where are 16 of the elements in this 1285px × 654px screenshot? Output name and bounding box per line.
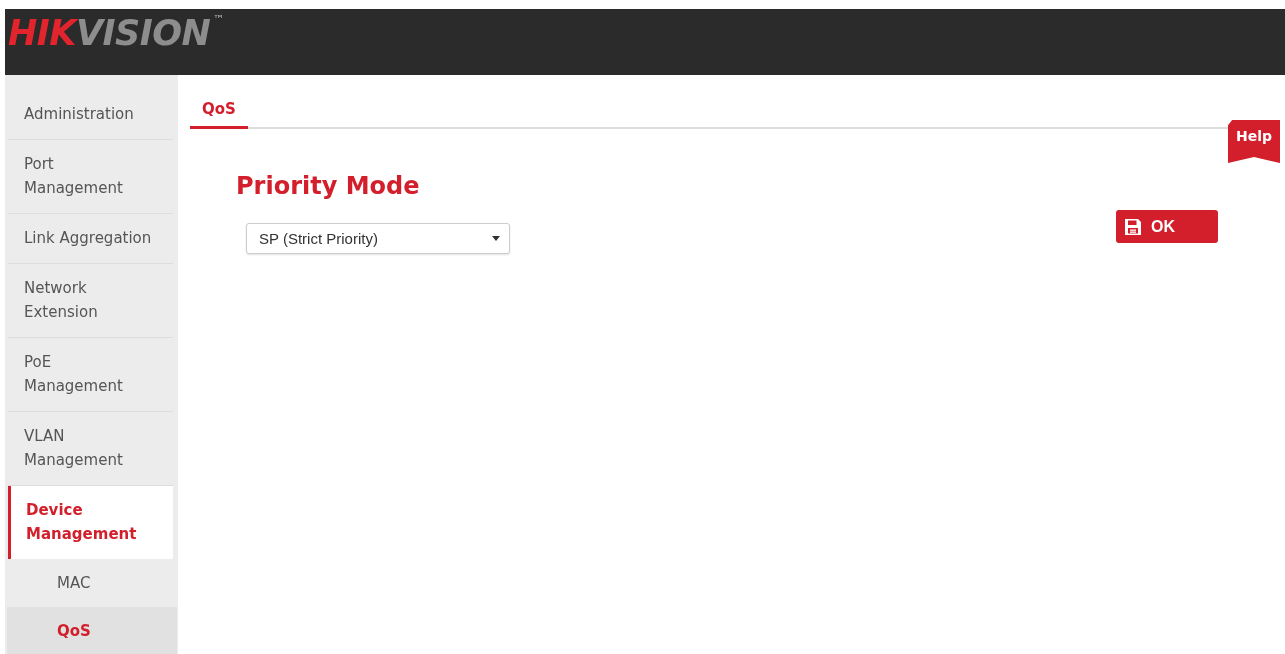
logo: HIKVISION™ — [8, 13, 224, 53]
help-button[interactable]: Help — [1228, 120, 1280, 163]
sidebar-subitem[interactable]: QoS — [7, 607, 177, 654]
section-title: Priority Mode — [236, 171, 420, 202]
sidebar-item[interactable]: Administration — [8, 90, 173, 140]
save-icon — [1124, 217, 1142, 236]
sidebar-subitem[interactable]: MAC — [7, 559, 177, 607]
sidebar-item[interactable]: Port Management — [8, 140, 173, 214]
sidebar-item[interactable]: Device Management — [8, 486, 173, 559]
sidebar-item[interactable]: PoE Management — [8, 338, 173, 412]
ok-button[interactable]: OK — [1116, 210, 1218, 243]
tab[interactable]: QoS — [190, 99, 248, 129]
priority-mode-select[interactable]: SP (Strict Priority) — [246, 223, 510, 254]
sidebar-item[interactable]: Network Extension — [8, 264, 173, 338]
caret-icon — [492, 236, 500, 241]
sidebar-item[interactable]: Link Aggregation — [8, 214, 173, 264]
